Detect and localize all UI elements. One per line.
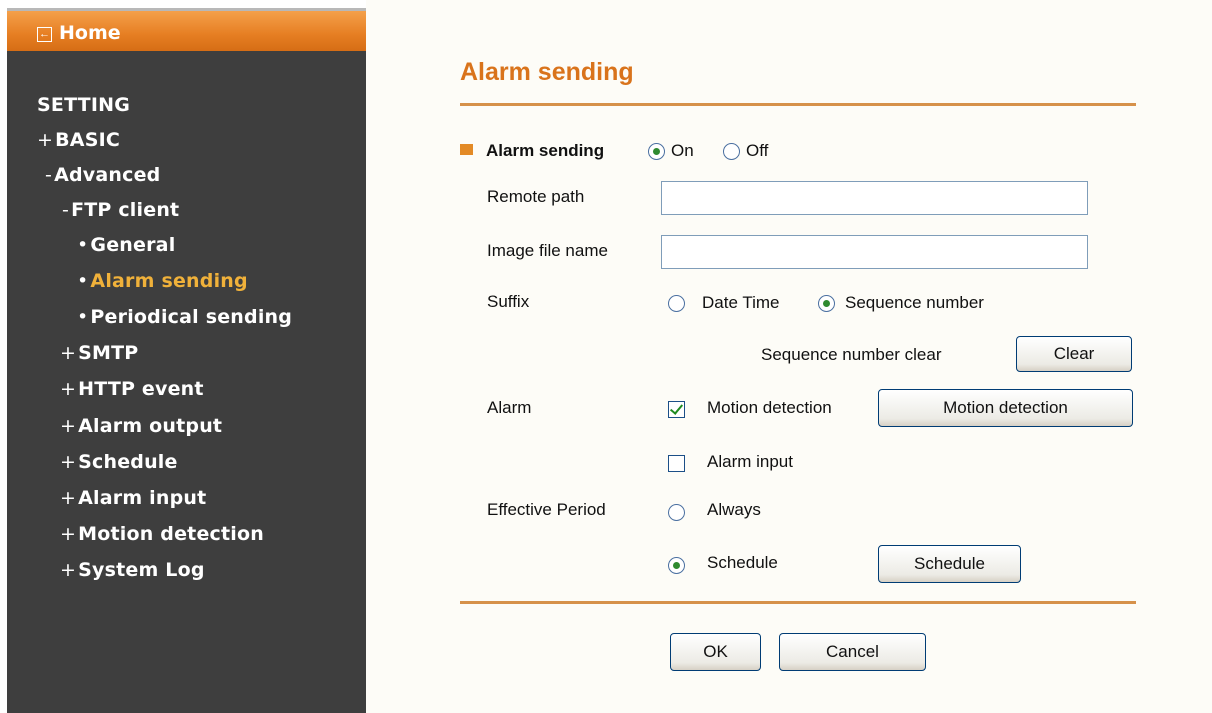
alarm-sending-label: Alarm sending <box>486 141 605 160</box>
motion-detection-button[interactable]: Motion detection <box>878 389 1133 427</box>
schedule-button[interactable]: Schedule <box>878 545 1021 583</box>
motion-detection-checkbox[interactable] <box>668 401 685 418</box>
suffix-sequence-label: Sequence number <box>845 293 984 312</box>
sidebar-item-alarm-sending[interactable]: • Alarm sending <box>77 270 248 292</box>
ok-button[interactable]: OK <box>670 633 761 671</box>
sidebar: ← Home SETTING + BASIC - Advanced - FTP cli… <box>7 8 366 713</box>
effective-period-always-label: Always <box>707 500 761 519</box>
effective-period-schedule-radio[interactable] <box>668 557 685 574</box>
motion-detection-check-label: Motion detection <box>707 398 832 417</box>
sequence-clear-label: Sequence number clear <box>761 345 942 364</box>
sidebar-item-alarm-input[interactable]: + Alarm input <box>60 487 206 509</box>
alarm-sending-on-label: On <box>671 141 694 160</box>
sidebar-item-http-event[interactable]: + HTTP event <box>60 378 204 400</box>
alarm-sending-off-label: Off <box>746 141 769 160</box>
alarm-sending-off-radio[interactable] <box>723 143 740 160</box>
suffix-date-time-label: Date Time <box>702 293 780 312</box>
effective-period-label: Effective Period <box>487 500 606 519</box>
divider-bottom <box>460 601 1136 604</box>
image-file-name-label: Image file name <box>487 241 608 260</box>
page-title: Alarm sending <box>460 58 634 86</box>
home-link[interactable]: ← Home <box>7 8 366 51</box>
sidebar-item-general[interactable]: • General <box>77 234 175 256</box>
sidebar-item-basic[interactable]: + BASIC <box>37 129 120 151</box>
sidebar-item-motion-detection[interactable]: + Motion detection <box>60 523 264 545</box>
effective-period-always-radio[interactable] <box>668 504 685 521</box>
alarm-sending-on-radio[interactable] <box>648 143 665 160</box>
remote-path-input[interactable] <box>661 181 1088 215</box>
sidebar-item-system-log[interactable]: + System Log <box>60 559 205 581</box>
sidebar-item-ftp-client[interactable]: - FTP client <box>62 199 179 221</box>
sidebar-heading-setting: SETTING <box>37 94 130 116</box>
back-arrow-icon: ← <box>37 27 52 42</box>
main-content: Alarm sending Alarm sending On Off Remot… <box>366 0 1212 713</box>
sidebar-item-schedule[interactable]: + Schedule <box>60 451 178 473</box>
cancel-button[interactable]: Cancel <box>779 633 926 671</box>
alarm-input-check-label: Alarm input <box>707 452 793 471</box>
effective-period-schedule-label: Schedule <box>707 553 778 572</box>
alarm-input-checkbox[interactable] <box>668 455 685 472</box>
image-file-name-input[interactable] <box>661 235 1088 269</box>
sidebar-item-advanced[interactable]: - Advanced <box>45 164 160 186</box>
alarm-label: Alarm <box>487 398 532 417</box>
divider-top <box>460 103 1136 106</box>
remote-path-label: Remote path <box>487 187 585 206</box>
sidebar-item-smtp[interactable]: + SMTP <box>60 342 138 364</box>
clear-button[interactable]: Clear <box>1016 336 1132 372</box>
home-label: Home <box>59 22 121 44</box>
section-bullet-icon <box>460 144 473 155</box>
sidebar-item-alarm-output[interactable]: + Alarm output <box>60 415 222 437</box>
sidebar-item-periodical-sending[interactable]: • Periodical sending <box>77 306 292 328</box>
suffix-date-time-radio[interactable] <box>668 295 685 312</box>
suffix-label: Suffix <box>487 292 530 311</box>
suffix-sequence-radio[interactable] <box>818 295 835 312</box>
